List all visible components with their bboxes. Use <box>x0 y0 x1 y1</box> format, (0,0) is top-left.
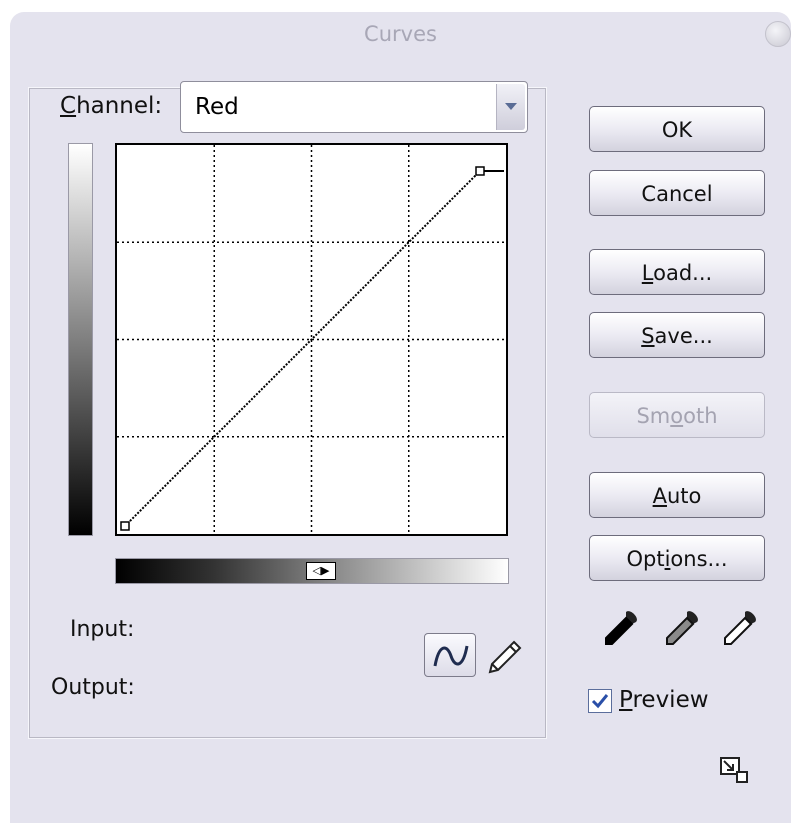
output-gradient-bar <box>68 143 93 536</box>
smooth-label-start: Sm <box>636 404 671 428</box>
check-icon <box>591 694 609 709</box>
load-label: oad... <box>653 261 713 285</box>
channel-dropdown-button[interactable] <box>496 84 525 130</box>
preview-mnemonic: P <box>619 687 633 713</box>
auto-button[interactable]: Auto <box>589 472 765 518</box>
curve-control-point[interactable] <box>475 166 485 176</box>
curve-graph[interactable] <box>115 143 508 536</box>
input-label: Input: <box>70 617 135 642</box>
preview-label-rest: review <box>632 687 709 713</box>
gray-eyedropper-icon[interactable] <box>663 608 703 648</box>
preview-checkbox[interactable] <box>588 689 612 713</box>
channel-select[interactable]: Red <box>180 81 528 133</box>
channel-select-value: Red <box>195 94 239 120</box>
smooth-mnemonic: o <box>670 404 684 428</box>
curve-tool-icon <box>433 645 469 667</box>
black-eyedropper-icon[interactable] <box>602 608 642 648</box>
channel-label-mnemonic: C <box>60 93 77 119</box>
pencil-icon[interactable] <box>484 636 524 676</box>
options-label-end: ons... <box>670 547 728 571</box>
smooth-label-end: oth <box>683 404 718 428</box>
auto-label: uto <box>666 484 702 508</box>
channel-label-rest: hannel: <box>76 93 163 119</box>
load-mnemonic: L <box>641 261 654 285</box>
preview-label[interactable]: Preview <box>619 687 709 713</box>
white-eyedropper-icon[interactable] <box>721 608 761 648</box>
save-mnemonic: S <box>641 324 655 348</box>
ok-button[interactable]: OK <box>589 106 765 152</box>
curve-line[interactable] <box>124 170 481 527</box>
cancel-button[interactable]: Cancel <box>589 170 765 216</box>
dialog-title: Curves <box>364 22 437 46</box>
gradient-toggle-handle[interactable]: ◁▶ <box>306 562 336 580</box>
output-label: Output: <box>51 675 135 700</box>
resize-icon[interactable] <box>719 754 749 784</box>
dropdown-arrow-icon <box>505 103 517 110</box>
smooth-button[interactable]: Smooth <box>589 392 765 438</box>
input-gradient-bar: ◁▶ <box>115 558 509 584</box>
auto-mnemonic: A <box>652 484 667 508</box>
save-label: ave... <box>654 324 713 348</box>
channel-label: Channel: <box>60 93 162 119</box>
save-button[interactable]: Save... <box>589 312 765 358</box>
load-button[interactable]: Load... <box>589 249 765 295</box>
curve-control-point[interactable] <box>120 521 130 531</box>
close-icon[interactable] <box>765 21 791 47</box>
options-label-start: Opt <box>626 547 665 571</box>
options-button[interactable]: Options... <box>589 535 765 581</box>
curve-tool-button[interactable] <box>424 633 476 677</box>
